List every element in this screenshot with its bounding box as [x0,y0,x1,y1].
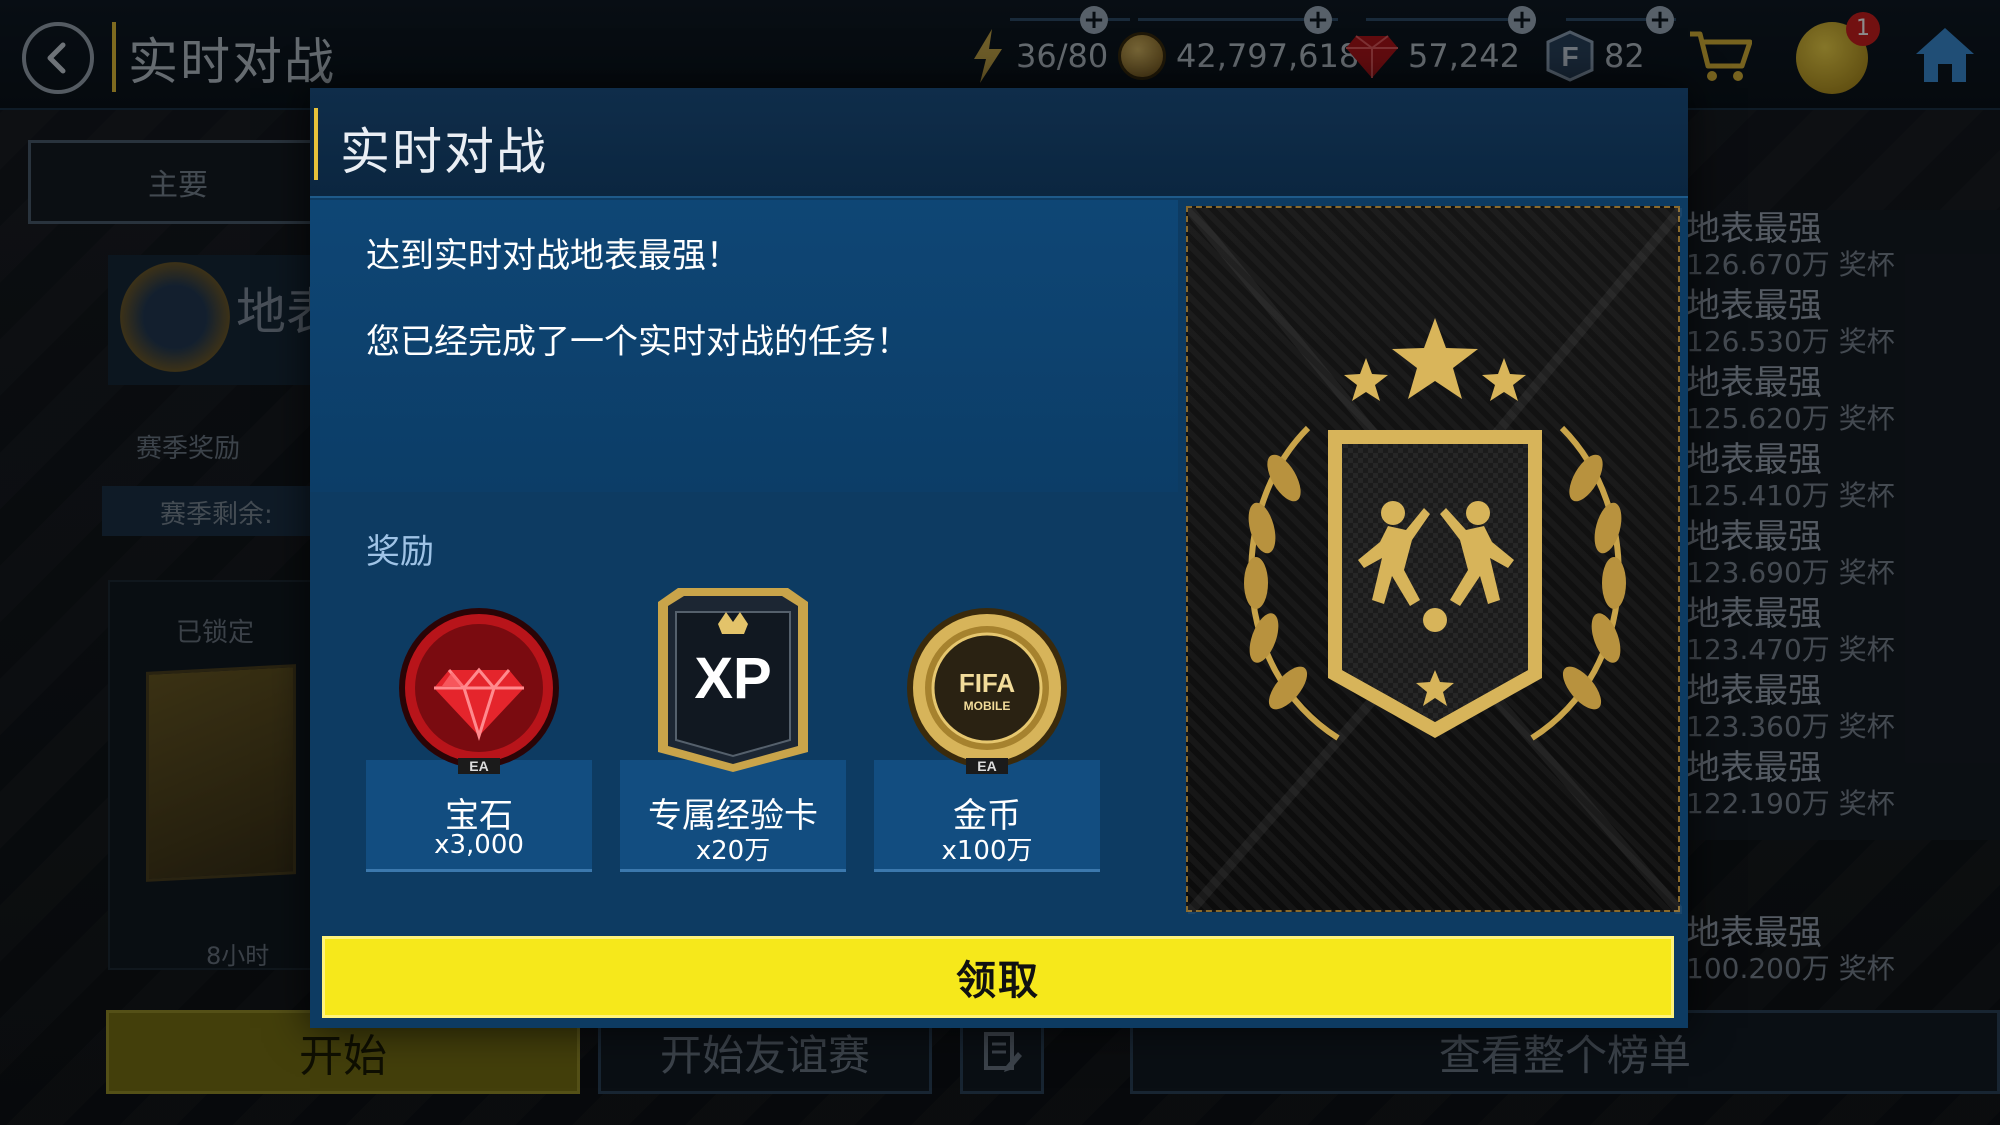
division-emblem-panel [1186,206,1682,914]
xp-card-icon: XP [648,588,818,778]
reward-item-xp-card[interactable]: XP 专属经验卡 x20万 [620,588,846,872]
coin-fifa-text: FIFA [959,668,1016,698]
reward-quantity: x20万 [695,836,771,866]
reward-item-gems[interactable]: EA 宝石 x3,000 [366,608,592,872]
coin-icon: FIFA MOBILE EA [902,608,1072,778]
ea-logo-text: EA [977,758,996,774]
mission-complete-message: 您已经完成了一个实时对战的任务！ [366,322,910,362]
ea-logo-text: EA [469,758,488,774]
rewards-label: 奖励 [366,532,434,572]
reward-quantity: x100万 [941,836,1033,866]
division-crest-icon [1188,208,1682,914]
reward-item-coins[interactable]: FIFA MOBILE EA 金币 x100万 [874,608,1100,872]
coin-mobile-text: MOBILE [964,699,1011,713]
dialog-title: 实时对战 [340,123,548,181]
reward-quantity: x3,000 [434,830,524,860]
mission-complete-dialog: 实时对战 达到实时对战地表最强！ 您已经完成了一个实时对战的任务！ 奖励 EA … [310,88,1688,1028]
claim-button[interactable]: 领取 [322,936,1674,1018]
dialog-header: 实时对战 [310,88,1688,198]
gem-icon: EA [394,608,564,778]
header-accent [314,108,318,180]
achievement-message: 达到实时对战地表最强！ [366,236,740,276]
xp-card-text: XP [694,646,771,711]
